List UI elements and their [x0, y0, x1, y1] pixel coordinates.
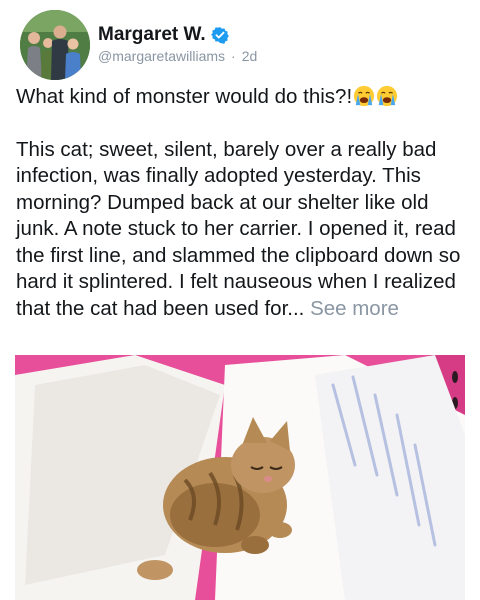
- crying-face-emoji: [377, 85, 398, 107]
- post-header: Margaret W. @margaretawilliams · 2d: [20, 10, 460, 80]
- author-name[interactable]: Margaret W.: [98, 24, 206, 46]
- post-photo[interactable]: [15, 355, 465, 600]
- avatar-image: [20, 10, 90, 80]
- post-headline-text: What kind of monster would do this?!: [16, 85, 353, 108]
- post-text: What kind of monster would do this?! Thi…: [16, 84, 470, 322]
- crying-face-emoji: [354, 85, 375, 107]
- family-photo-avatar[interactable]: [20, 10, 90, 80]
- kitten-photo-image: [15, 355, 465, 600]
- author-handle[interactable]: @margaretawilliams: [98, 48, 225, 64]
- author-name-row: Margaret W.: [98, 24, 229, 46]
- post-body-text: This cat; sweet, silent, barely over a r…: [16, 137, 461, 320]
- post-headline: What kind of monster would do this?!: [16, 84, 470, 111]
- meta-separator: ·: [231, 48, 236, 64]
- post-body: This cat; sweet, silent, barely over a r…: [16, 137, 470, 323]
- see-more-link[interactable]: See more: [310, 297, 399, 320]
- verified-badge-icon: [210, 27, 229, 44]
- post-time[interactable]: 2d: [242, 48, 258, 64]
- author-meta: @margaretawilliams · 2d: [98, 48, 257, 64]
